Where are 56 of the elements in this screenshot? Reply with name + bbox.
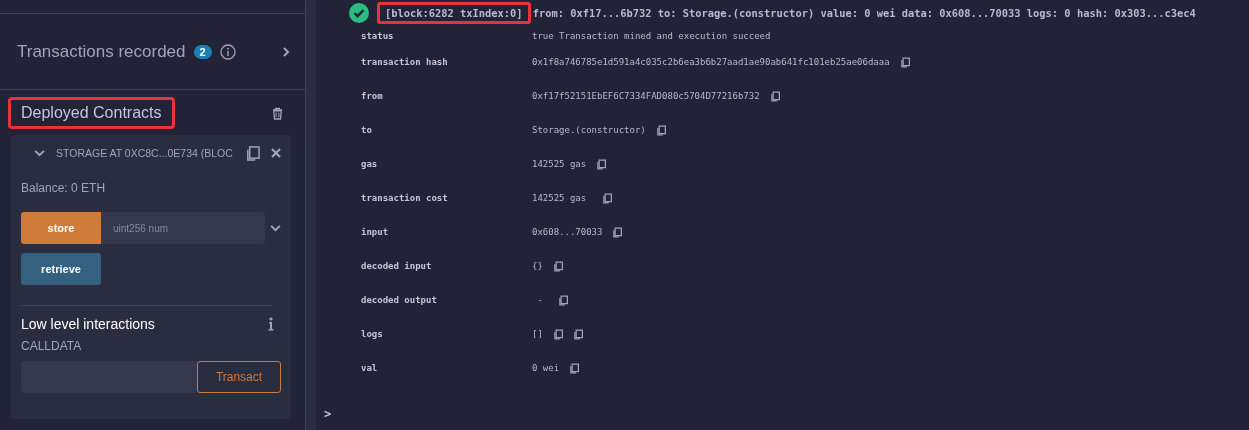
close-icon[interactable] [271, 148, 281, 158]
field-value: 142525 gas [532, 159, 587, 169]
copy-icon[interactable] [552, 260, 563, 272]
field-value: Storage.(constructor) [532, 125, 646, 135]
copy-icon[interactable] [572, 328, 583, 340]
calldata-field[interactable] [21, 361, 197, 393]
copy-icon[interactable] [569, 362, 580, 374]
field-label: CALLDATA [21, 339, 83, 353]
contract-name: STORAGE AT 0XC8C...0E734 (BLOC [56, 147, 234, 159]
field-value: 0xf17f52151EbEF6C7334FAD080c5704D77216b732 [532, 91, 760, 101]
section-title: Transactions recorded [17, 41, 186, 62]
field-label: decoded output [361, 295, 438, 305]
block-info: [block:6282 txIndex:0] [377, 1, 531, 24]
field-label: from [361, 91, 384, 101]
chevron-down-icon[interactable] [34, 149, 45, 157]
count-badge: 2 [193, 44, 212, 59]
copy-icon[interactable] [601, 192, 612, 204]
field-value: true Transaction mined and execution succeed [532, 30, 771, 41]
copy-icon[interactable] [899, 56, 910, 68]
field-label: transaction cost [361, 193, 449, 203]
field-value: {} [532, 261, 543, 271]
argument-field[interactable]: uint256 num [101, 212, 265, 244]
copy-icon[interactable] [596, 158, 607, 170]
copy-icon[interactable] [245, 145, 260, 161]
field-value: 0x1f8a746785e1d591a4c035c2b6ea3b6b27aad1ae90ab641fc101eb25ae06daaa [532, 57, 890, 67]
copy-icon[interactable] [655, 124, 666, 136]
field-label: logs [361, 329, 384, 339]
field-value: - [536, 295, 544, 305]
field-label: status [361, 30, 395, 41]
transaction-summary: from: 0xf17...6b732 to: Storage.(constructor) value: 0 wei data: 0x608...70033 logs: 0 hash: 0x303...c3ec4 [532, 6, 1196, 19]
function-button[interactable]: retrieve [21, 253, 101, 285]
info-icon[interactable] [219, 43, 236, 60]
transact-button[interactable]: Transact [197, 361, 281, 393]
field-value: 0 wei [532, 363, 560, 373]
trash-icon[interactable] [272, 106, 283, 120]
balance-text: Balance: 0 ETH [21, 180, 107, 197]
chevron-right-icon[interactable] [281, 46, 290, 57]
field-label: to [361, 125, 373, 135]
copy-icon[interactable] [552, 328, 563, 340]
section-title: Deployed Contracts [8, 97, 175, 129]
chevron-down-icon[interactable] [270, 224, 281, 232]
field-value: 0x608...70033 [532, 227, 603, 237]
field-label: gas [361, 159, 379, 169]
copy-icon[interactable] [558, 294, 569, 306]
field-label: transaction hash [361, 57, 449, 67]
prompt-symbol: > [324, 407, 332, 421]
field-value: [] [532, 329, 543, 339]
function-button[interactable]: store [21, 212, 101, 244]
section-title: Low level interactions [21, 316, 155, 332]
copy-icon[interactable] [769, 90, 780, 102]
field-label: input [361, 227, 390, 237]
info-icon[interactable] [268, 317, 274, 331]
field-label: decoded input [361, 261, 433, 271]
copy-icon[interactable] [612, 226, 623, 238]
field-label: val [361, 363, 379, 373]
field-value: 142525 gas [532, 193, 588, 203]
